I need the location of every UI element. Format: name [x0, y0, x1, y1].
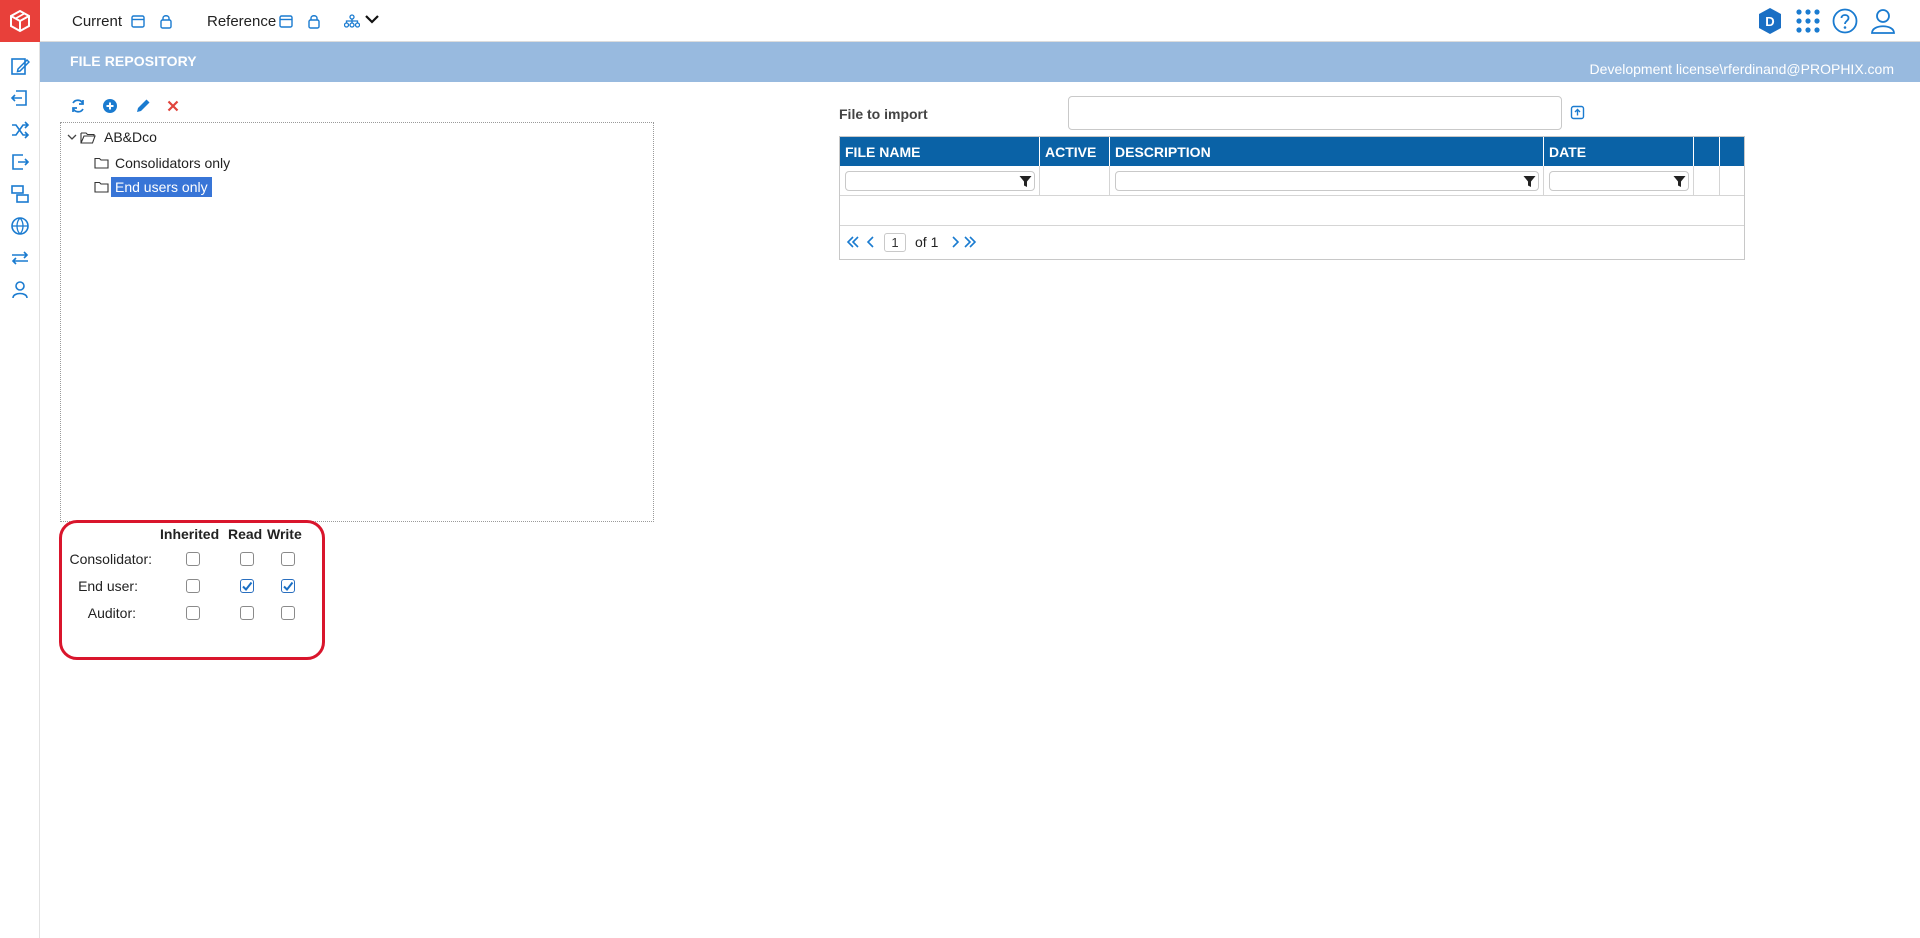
refresh-icon[interactable] — [69, 97, 87, 115]
grid-pager: 1 of 1 — [840, 226, 1744, 259]
reference-lock-icon[interactable] — [305, 12, 323, 30]
current-calendar-icon[interactable] — [129, 12, 147, 30]
current-lock-icon[interactable] — [157, 12, 175, 30]
description-filter-input[interactable] — [1115, 171, 1539, 191]
file-to-import-label: File to import — [839, 106, 928, 122]
reference-calendar-icon[interactable] — [277, 12, 295, 30]
consolidator-read-checkbox[interactable] — [240, 552, 254, 566]
delete-icon[interactable] — [164, 97, 182, 115]
filter-cell-file-name — [840, 166, 1040, 196]
end-user-label: End user: — [78, 578, 138, 594]
grid-filter-row — [840, 166, 1744, 196]
filter-cell-date — [1544, 166, 1694, 196]
consolidator-inherited-checkbox[interactable] — [186, 552, 200, 566]
user-profile-icon[interactable] — [1869, 7, 1897, 35]
page-header: FILE REPOSITORY Development license\rfer… — [40, 42, 1920, 82]
tree-node-label[interactable]: AB&Dco — [100, 127, 161, 147]
user-badge-icon[interactable]: D — [1756, 7, 1784, 35]
reports-icon[interactable] — [9, 183, 31, 205]
auditor-write-checkbox[interactable] — [281, 606, 295, 620]
app-logo-icon[interactable] — [0, 0, 40, 42]
header-inherited: Inherited — [160, 526, 220, 542]
checkmark-icon — [283, 581, 294, 592]
add-folder-icon[interactable] — [101, 97, 119, 115]
end-user-write-checkbox[interactable] — [281, 579, 295, 593]
transfer-icon[interactable] — [9, 247, 31, 269]
column-header-extra-2 — [1720, 137, 1744, 166]
end-user-read-checkbox[interactable] — [240, 579, 254, 593]
files-grid: FILE NAME ACTIVE DESCRIPTION DATE 1 of 1 — [839, 136, 1745, 260]
reference-label: Reference — [207, 13, 277, 30]
globe-icon[interactable] — [9, 215, 31, 237]
filter-cell-description — [1110, 166, 1544, 196]
page-number-input[interactable]: 1 — [884, 233, 906, 252]
folder-tree: AB&Dco Consolidators only End users only — [60, 122, 654, 522]
svg-text:D: D — [1765, 14, 1774, 29]
edit-document-icon[interactable] — [9, 55, 31, 77]
next-page-icon[interactable] — [948, 235, 962, 249]
filter-funnel-icon[interactable] — [1522, 174, 1536, 188]
users-admin-icon[interactable] — [9, 279, 31, 301]
checkmark-icon — [242, 581, 253, 592]
previous-page-icon[interactable] — [864, 235, 878, 249]
auditor-read-checkbox[interactable] — [240, 606, 254, 620]
tree-node-label[interactable]: Consolidators only — [111, 153, 234, 173]
filter-cell-active — [1040, 166, 1110, 196]
export-icon[interactable] — [9, 151, 31, 173]
folder-icon — [94, 181, 109, 193]
column-header-date[interactable]: DATE — [1544, 137, 1694, 166]
file-name-filter-input[interactable] — [845, 171, 1035, 191]
auditor-label: Auditor: — [87, 605, 136, 621]
first-page-icon[interactable] — [846, 235, 860, 249]
column-header-description[interactable]: DESCRIPTION — [1110, 137, 1544, 166]
grid-empty-row — [840, 196, 1744, 226]
folder-icon — [94, 157, 109, 169]
consolidator-write-checkbox[interactable] — [281, 552, 295, 566]
page-title: FILE REPOSITORY — [70, 53, 197, 69]
import-icon[interactable] — [9, 87, 31, 109]
last-page-icon[interactable] — [963, 235, 977, 249]
left-nav-rail — [0, 0, 40, 938]
filter-funnel-icon[interactable] — [1672, 174, 1686, 188]
tree-node-consolidators[interactable]: Consolidators only — [94, 153, 234, 173]
auditor-inherited-checkbox[interactable] — [186, 606, 200, 620]
page-count-text: of 1 — [915, 234, 939, 250]
hierarchy-icon[interactable] — [343, 12, 361, 30]
filter-cell-extra-1 — [1694, 166, 1720, 196]
top-bar: Current Reference D — [40, 0, 1920, 42]
chevron-down-icon[interactable] — [66, 133, 78, 141]
edit-pencil-icon[interactable] — [134, 97, 152, 115]
column-header-file-name[interactable]: FILE NAME — [840, 137, 1040, 166]
header-read: Read — [228, 526, 263, 542]
end-user-inherited-checkbox[interactable] — [186, 579, 200, 593]
column-header-extra-1 — [1694, 137, 1720, 166]
file-to-import-input[interactable] — [1068, 96, 1562, 130]
chevron-down-icon[interactable] — [363, 10, 381, 28]
header-write: Write — [267, 526, 302, 542]
filter-cell-extra-2 — [1720, 166, 1744, 196]
tree-node-label-selected[interactable]: End users only — [111, 177, 212, 197]
column-header-active[interactable]: ACTIVE — [1040, 137, 1110, 166]
tree-node-root[interactable]: AB&Dco — [66, 127, 161, 147]
apps-grid-icon[interactable] — [1794, 7, 1822, 35]
filter-funnel-icon[interactable] — [1018, 174, 1032, 188]
grid-header: FILE NAME ACTIVE DESCRIPTION DATE — [840, 137, 1744, 166]
help-icon[interactable] — [1831, 7, 1859, 35]
tree-node-end-users[interactable]: End users only — [94, 177, 212, 197]
license-text: Development license\rferdinand@PROPHIX.c… — [1589, 61, 1894, 77]
shuffle-icon[interactable] — [9, 119, 31, 141]
consolidator-label: Consolidator: — [69, 551, 153, 567]
folder-open-icon — [80, 131, 96, 144]
upload-icon[interactable] — [1568, 103, 1586, 121]
date-filter-input[interactable] — [1549, 171, 1689, 191]
current-label: Current — [72, 13, 123, 30]
